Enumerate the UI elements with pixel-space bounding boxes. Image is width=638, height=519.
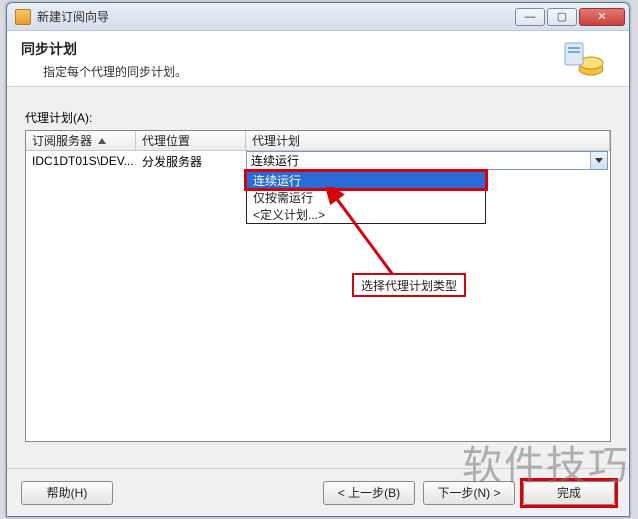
column-agent-schedule[interactable]: 代理计划 [246,131,610,150]
annotation-callout: 选择代理计划类型 [352,273,466,297]
column-agent-schedule-label: 代理计划 [252,132,300,149]
back-button[interactable]: < 上一步(B) [323,481,415,505]
help-button[interactable]: 帮助(H) [21,481,113,505]
grid-header: 订阅服务器 代理位置 代理计划 [26,131,610,151]
table-row: IDC1DT01S\DEV... 分发服务器 连续运行 [26,151,610,171]
dialog-window: 新建订阅向导 — ▢ ✕ 同步计划 指定每个代理的同步计划。 代理计划(A): … [6,2,630,517]
app-icon [15,9,31,25]
sort-asc-icon [98,138,106,144]
column-subscriber-label: 订阅服务器 [32,132,92,149]
window-title: 新建订阅向导 [37,8,515,25]
dropdown-item-define[interactable]: <定义计划...> [247,206,485,223]
page-description: 指定每个代理的同步计划。 [43,63,615,80]
annotation-text: 选择代理计划类型 [361,277,457,294]
wizard-footer: 帮助(H) < 上一步(B) 下一步(N) > 完成 [7,468,629,516]
close-button[interactable]: ✕ [579,8,625,26]
agent-schedule-combo[interactable]: 连续运行 [246,151,608,170]
chevron-down-icon[interactable] [590,152,607,169]
wizard-icon [561,39,605,79]
next-button[interactable]: 下一步(N) > [423,481,515,505]
finish-button[interactable]: 完成 [523,481,615,505]
grid-label: 代理计划(A): [25,109,611,126]
agent-schedule-dropdown[interactable]: 连续运行 仅按需运行 <定义计划...> [246,171,486,224]
minimize-button[interactable]: — [515,8,545,26]
agent-schedule-grid: 订阅服务器 代理位置 代理计划 IDC1DT01S\DEV... 分发服务器 连… [25,130,611,442]
wizard-header: 同步计划 指定每个代理的同步计划。 [7,31,629,87]
cell-agent-location: 分发服务器 [136,151,246,171]
cell-agent-schedule: 连续运行 [246,151,610,171]
dropdown-item-continuous[interactable]: 连续运行 [247,172,485,189]
column-subscriber[interactable]: 订阅服务器 [26,131,136,150]
titlebar[interactable]: 新建订阅向导 — ▢ ✕ [7,3,629,31]
cell-subscriber: IDC1DT01S\DEV... [26,151,136,171]
maximize-button[interactable]: ▢ [547,8,577,26]
column-agent-location[interactable]: 代理位置 [136,131,246,150]
column-agent-location-label: 代理位置 [142,132,190,149]
combo-value: 连续运行 [251,152,299,169]
page-title: 同步计划 [21,39,615,59]
dropdown-item-on-demand[interactable]: 仅按需运行 [247,189,485,206]
